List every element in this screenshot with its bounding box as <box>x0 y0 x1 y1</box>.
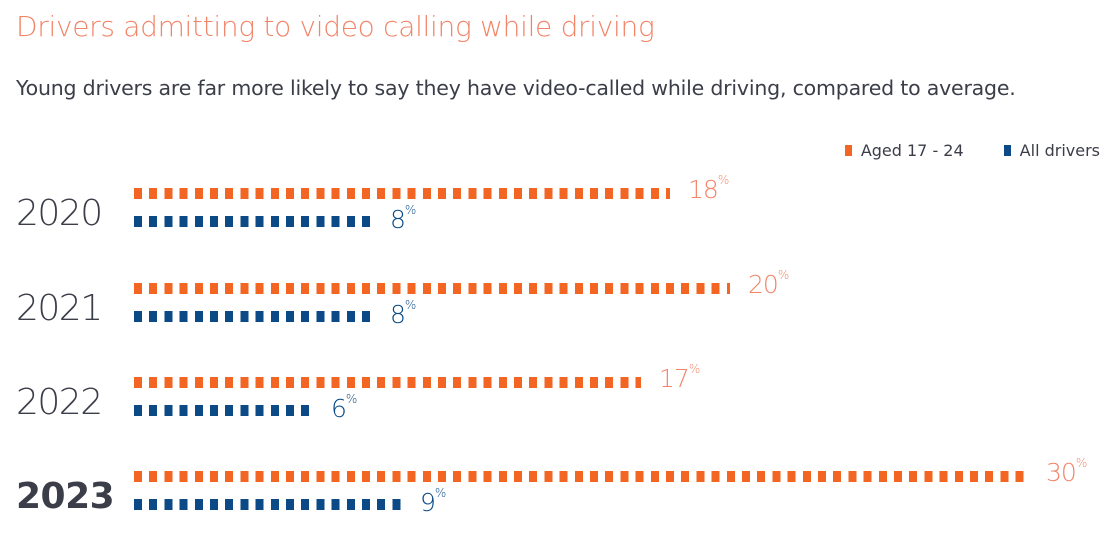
data-label-all-2022: 6% <box>331 392 358 423</box>
bar-young-2021 <box>134 283 730 294</box>
year-label: 2023 <box>16 476 115 517</box>
bar-young-2023 <box>134 471 1028 482</box>
data-label-all-2020: 8% <box>390 203 417 234</box>
bar-all-2020 <box>134 216 372 227</box>
year-label: 2020 <box>16 193 103 234</box>
data-label-young-2020: 18% <box>688 173 730 204</box>
bar-all-2022 <box>134 405 313 416</box>
chart-row-2022: 2022 17% 6% <box>0 362 1118 432</box>
legend-label-all: All drivers <box>1019 141 1100 160</box>
legend: Aged 17 - 24 All drivers <box>844 141 1100 160</box>
chart-title: Drivers admitting to video calling while… <box>16 10 655 43</box>
bar-all-2023 <box>134 499 402 510</box>
legend-item-young: Aged 17 - 24 <box>844 141 964 160</box>
data-label-all-2021: 8% <box>390 298 417 329</box>
data-label-all-2023: 9% <box>420 486 447 517</box>
bar-young-2022 <box>134 377 641 388</box>
legend-swatch-young <box>844 145 852 156</box>
data-label-young-2022: 17% <box>659 362 701 393</box>
year-label: 2021 <box>16 288 103 329</box>
chart-row-2023: 2023 30% 9% <box>0 456 1118 526</box>
year-label: 2022 <box>16 382 103 423</box>
legend-swatch-all <box>1003 145 1011 156</box>
legend-item-all: All drivers <box>1003 141 1100 160</box>
bar-young-2020 <box>134 188 670 199</box>
data-label-young-2023: 30% <box>1046 456 1088 487</box>
data-label-young-2021: 20% <box>748 268 790 299</box>
chart-row-2021: 2021 20% 8% <box>0 268 1118 338</box>
legend-label-young: Aged 17 - 24 <box>860 141 964 160</box>
bar-all-2021 <box>134 311 372 322</box>
chart-subtitle: Young drivers are far more likely to say… <box>16 76 1016 100</box>
chart-row-2020: 2020 18% 8% <box>0 173 1118 243</box>
